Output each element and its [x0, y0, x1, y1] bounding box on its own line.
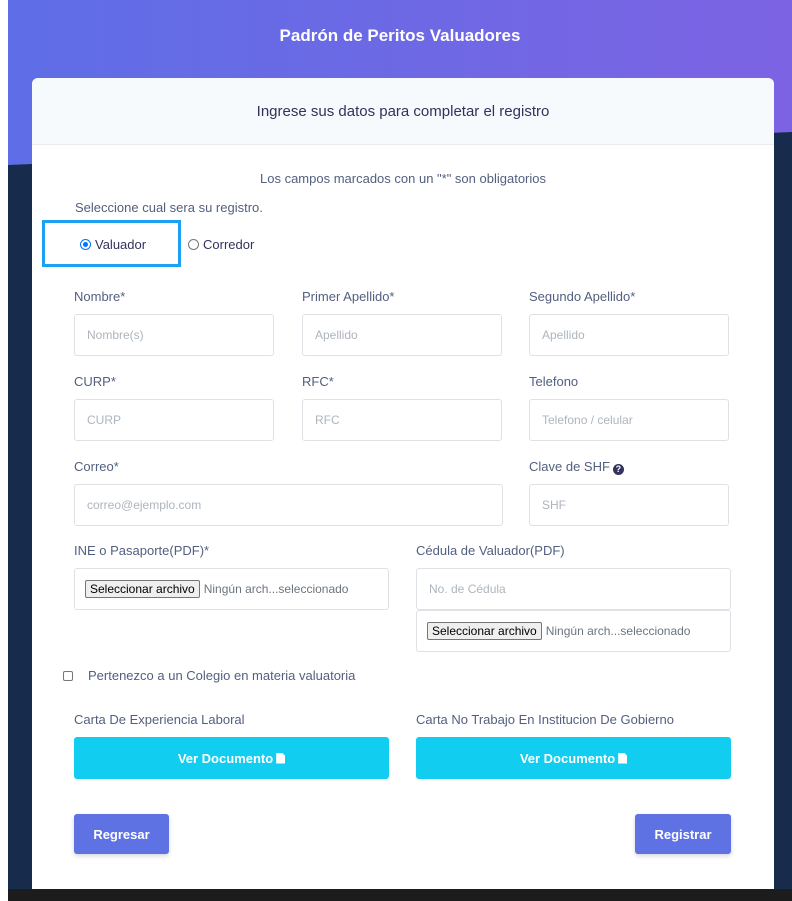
correo-label: Correo*	[74, 459, 119, 474]
curp-label: CURP*	[74, 374, 116, 389]
colegio-checkbox-row[interactable]: Pertenezco a un Colegio en materia valua…	[63, 668, 355, 683]
curp-input[interactable]	[74, 399, 274, 441]
segundo-apellido-label: Segundo Apellido*	[529, 289, 636, 304]
left-strip	[0, 0, 8, 901]
ine-file-status: Ningún arch...seleccionado	[203, 582, 349, 596]
cedula-choose-file-button[interactable]: Seleccionar archivo	[427, 622, 542, 640]
ver-documento-experiencia-button[interactable]: Ver Documento	[74, 737, 389, 779]
radio-valuador-control[interactable]	[80, 239, 91, 250]
cedula-file-input[interactable]: Seleccionar archivo Ningún arch...selecc…	[416, 610, 731, 652]
ver-documento-experiencia-label: Ver Documento	[177, 750, 274, 766]
colegio-checkbox[interactable]	[63, 670, 73, 681]
clave-shf-input[interactable]	[529, 484, 729, 526]
primer-apellido-input[interactable]	[302, 314, 502, 356]
radio-corredor[interactable]: Corredor	[188, 237, 254, 252]
clave-shf-label-text: Clave de SHF	[529, 459, 610, 474]
registration-card: Ingrese sus datos para completar el regi…	[32, 78, 774, 901]
clave-shf-label: Clave de SHF?	[529, 459, 624, 475]
radio-corredor-label: Corredor	[203, 237, 255, 252]
radio-valuador-label: Valuador	[95, 237, 147, 252]
select-prompt: Seleccione cual sera su registro.	[75, 200, 263, 215]
rfc-label: RFC*	[302, 374, 334, 389]
bottom-bar	[8, 889, 792, 901]
file-icon	[276, 752, 286, 764]
radio-valuador[interactable]: Valuador	[80, 237, 146, 252]
card-subtitle: Ingrese sus datos para completar el regi…	[256, 102, 550, 120]
ine-choose-file-button[interactable]: Seleccionar archivo	[85, 580, 200, 598]
registrar-button[interactable]: Registrar	[635, 814, 731, 854]
cedula-label: Cédula de Valuador(PDF)	[416, 543, 565, 558]
no-trabajo-label: Carta No Trabajo En Institucion De Gobie…	[416, 712, 674, 727]
radio-corredor-control[interactable]	[188, 239, 199, 250]
ine-file-input[interactable]: Seleccionar archivo Ningún arch...selecc…	[74, 568, 389, 610]
primer-apellido-label: Primer Apellido*	[302, 289, 395, 304]
ver-documento-no-trabajo-label: Ver Documento	[519, 750, 616, 766]
cedula-number-input[interactable]	[416, 568, 731, 610]
segundo-apellido-input[interactable]	[529, 314, 729, 356]
required-note: Los campos marcados con un "*" son oblig…	[260, 171, 546, 186]
experiencia-label: Carta De Experiencia Laboral	[74, 712, 245, 727]
question-circle-icon[interactable]: ?	[612, 464, 624, 475]
nombre-label: Nombre*	[74, 289, 126, 304]
card-header: Ingrese sus datos para completar el regi…	[32, 78, 774, 145]
file-icon	[618, 752, 628, 764]
rfc-input[interactable]	[302, 399, 502, 441]
regresar-button[interactable]: Regresar	[74, 814, 169, 854]
cedula-file-status: Ningún arch...seleccionado	[545, 624, 691, 638]
ine-label: INE o Pasaporte(PDF)*	[74, 543, 210, 558]
telefono-label: Telefono	[529, 374, 579, 389]
colegio-label: Pertenezco a un Colegio en materia valua…	[88, 668, 356, 683]
ver-documento-no-trabajo-button[interactable]: Ver Documento	[416, 737, 731, 779]
correo-input[interactable]	[74, 484, 503, 526]
page-title: Padrón de Peritos Valuadores	[279, 26, 521, 45]
telefono-input[interactable]	[529, 399, 729, 441]
nombre-input[interactable]	[74, 314, 274, 356]
